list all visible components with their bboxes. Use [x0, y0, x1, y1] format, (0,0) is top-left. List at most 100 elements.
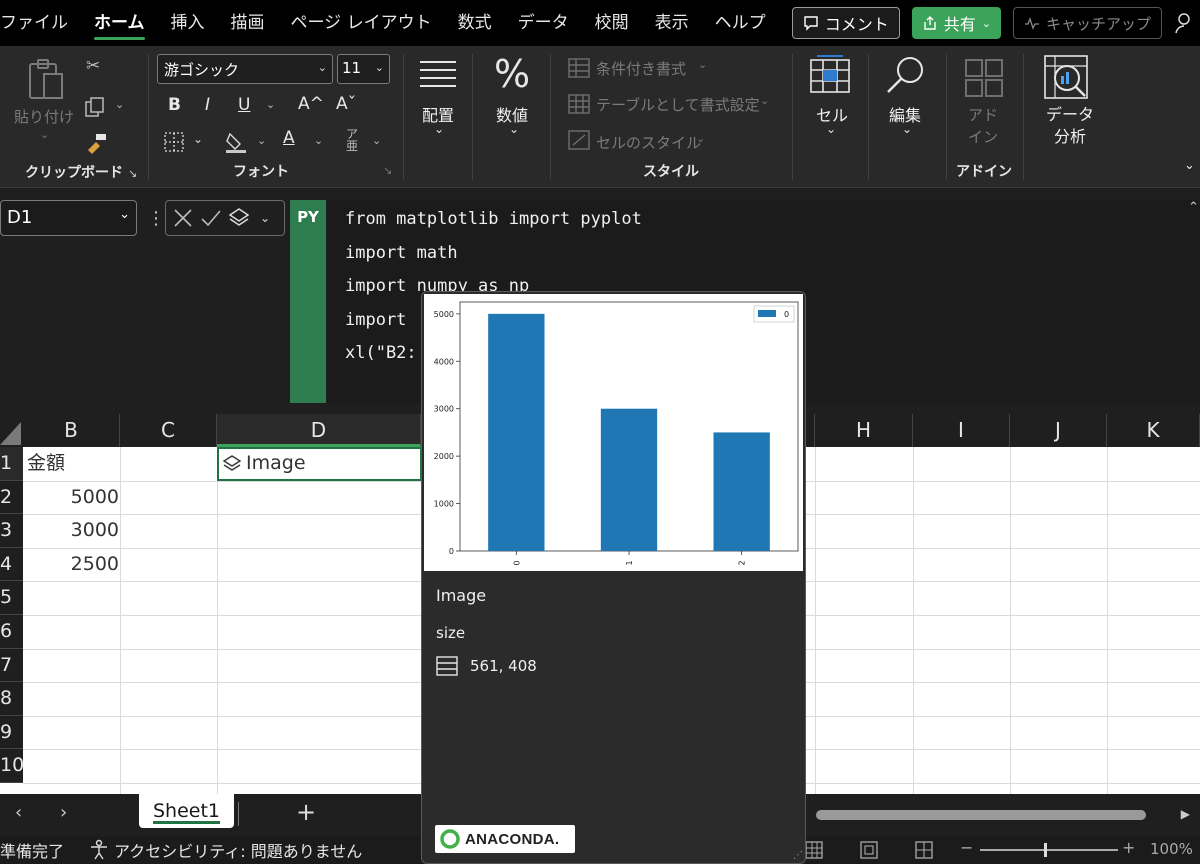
font-color-chevron-icon[interactable]: ⌄ [314, 134, 323, 147]
cell-d1[interactable]: Image [222, 447, 306, 480]
scroll-right-icon[interactable]: ▶ [1181, 807, 1190, 821]
cell-b2[interactable]: 5000 [27, 481, 119, 514]
underline-button[interactable]: U [238, 95, 250, 115]
row-header[interactable]: 10 [0, 749, 24, 783]
menu-tab[interactable]: 数式 [445, 0, 505, 46]
menu-tab[interactable]: ホーム [81, 0, 158, 46]
row-header[interactable]: 2 [0, 480, 23, 515]
person-icon[interactable] [1174, 11, 1198, 35]
row-header[interactable]: 1 [0, 447, 23, 481]
horizontal-scrollbar[interactable]: ▶ [810, 804, 1190, 824]
add-sheet-button[interactable]: + [296, 798, 316, 826]
zoom-slider[interactable] [980, 849, 1118, 851]
more-options-icon[interactable]: ⋮ [147, 208, 165, 229]
prev-sheet-icon[interactable]: ‹ [15, 802, 22, 823]
normal-view-icon[interactable] [804, 840, 824, 860]
column-header[interactable]: H [815, 414, 913, 447]
fill-chevron-icon[interactable]: ⌄ [257, 134, 266, 147]
underline-chevron-icon[interactable]: ⌄ [266, 98, 275, 111]
row-header[interactable]: 4 [0, 547, 23, 582]
addins-icon[interactable] [964, 58, 1004, 98]
conditional-format-label[interactable]: 条件付き書式 [596, 58, 686, 79]
zoom-level[interactable]: 100% [1150, 840, 1193, 858]
conditional-format-icon[interactable] [568, 58, 590, 78]
row-header[interactable]: 5 [0, 581, 23, 615]
format-as-table-icon[interactable] [568, 94, 590, 114]
accessibility-status[interactable]: アクセシビリティ: 問題ありません [114, 838, 362, 862]
collapse-formula-icon[interactable]: ⌃ [1188, 200, 1199, 215]
font-size-select[interactable]: 11 ⌄ [337, 54, 390, 84]
chevron-down-icon[interactable]: ⌄ [260, 211, 270, 225]
paste-chevron-icon[interactable]: ⌄ [40, 128, 49, 141]
zoom-in-button[interactable]: + [1122, 838, 1135, 857]
column-header[interactable]: I [913, 414, 1010, 447]
menu-tab[interactable]: 描画 [218, 0, 278, 46]
editing-chevron-icon[interactable]: ⌄ [902, 122, 912, 136]
next-sheet-icon[interactable]: › [60, 802, 67, 823]
cell-styles-icon[interactable] [568, 130, 590, 150]
cell-b1[interactable]: 金額 [27, 447, 65, 480]
row-header[interactable]: 3 [0, 514, 23, 548]
row-header[interactable]: 9 [0, 715, 23, 750]
phonetic-icon[interactable]: ア亜 [346, 128, 358, 152]
analyze-data-label[interactable]: データ 分析 [1046, 104, 1094, 148]
column-header[interactable]: K [1107, 414, 1200, 447]
font-name-select[interactable]: 游ゴシック ⌄ [157, 54, 333, 84]
copy-icon[interactable] [84, 96, 106, 118]
menu-tab[interactable]: ファイル [0, 0, 81, 46]
collapse-ribbon-icon[interactable]: ⌄ [1184, 158, 1195, 173]
italic-button[interactable]: I [205, 95, 210, 115]
dialog-launcher-icon[interactable]: ↘ [383, 164, 392, 177]
scrollbar-thumb[interactable] [816, 810, 1146, 820]
alignment-chevron-icon[interactable]: ⌄ [434, 122, 444, 136]
menu-tab[interactable]: 校閲 [582, 0, 642, 46]
analyze-data-icon[interactable] [1043, 54, 1089, 100]
accessibility-icon[interactable] [88, 839, 110, 861]
row-header[interactable]: 6 [0, 615, 23, 649]
fill-color-icon[interactable] [224, 130, 248, 154]
column-header[interactable]: B [23, 414, 120, 447]
menu-tab[interactable]: 表示 [642, 0, 702, 46]
copy-chevron-icon[interactable]: ⌄ [115, 98, 124, 111]
font-color-button[interactable]: A [283, 128, 295, 148]
zoom-slider-thumb[interactable] [1044, 843, 1047, 857]
percent-icon[interactable]: % [494, 52, 530, 96]
bold-button[interactable]: B [168, 95, 181, 115]
enter-icon[interactable] [200, 207, 222, 229]
dialog-launcher-icon[interactable]: ↘ [128, 167, 137, 180]
python-object-icon[interactable] [228, 207, 254, 229]
menu-tab[interactable]: ヘルプ [702, 0, 779, 46]
cell-b3[interactable]: 3000 [27, 514, 119, 547]
scissors-icon[interactable]: ✂ [86, 56, 100, 76]
search-icon[interactable] [884, 54, 928, 98]
column-header[interactable]: C [120, 414, 217, 447]
paste-icon[interactable] [26, 58, 66, 102]
addins-label[interactable]: アド イン [968, 104, 998, 148]
share-button[interactable]: 共有 ⌄ [911, 7, 1001, 39]
menu-tab[interactable]: データ [505, 0, 582, 46]
cells-icon[interactable] [809, 54, 851, 96]
name-box[interactable]: D1 ⌄ [0, 200, 137, 236]
menu-tab[interactable]: ページ レイアウト [278, 0, 445, 46]
borders-chevron-icon[interactable]: ⌄ [193, 132, 203, 146]
cancel-icon[interactable] [172, 207, 194, 229]
number-chevron-icon[interactable]: ⌄ [509, 122, 519, 136]
cells-chevron-icon[interactable]: ⌄ [826, 122, 836, 136]
catchup-button[interactable]: キャッチアップ [1012, 7, 1162, 39]
shrink-font-button[interactable]: Aˇ [336, 94, 356, 114]
zoom-out-button[interactable]: − [960, 838, 973, 857]
cell-b4[interactable]: 2500 [27, 548, 119, 581]
column-header[interactable]: J [1010, 414, 1107, 447]
row-header[interactable]: 8 [0, 682, 23, 716]
format-as-table-label[interactable]: テーブルとして書式設定 [596, 94, 760, 115]
phonetic-chevron-icon[interactable]: ⌄ [372, 134, 381, 147]
sheet-tab-sheet1[interactable]: Sheet1 [139, 794, 234, 828]
row-header[interactable]: 7 [0, 648, 23, 683]
format-painter-icon[interactable] [84, 132, 108, 154]
menu-tab[interactable]: 挿入 [158, 0, 218, 46]
page-layout-view-icon[interactable] [859, 840, 879, 860]
alignment-icon[interactable] [418, 58, 458, 94]
grow-font-button[interactable]: A^ [298, 94, 324, 114]
column-header[interactable]: D [217, 414, 421, 447]
cell-styles-label[interactable]: セルのスタイル [596, 132, 701, 153]
